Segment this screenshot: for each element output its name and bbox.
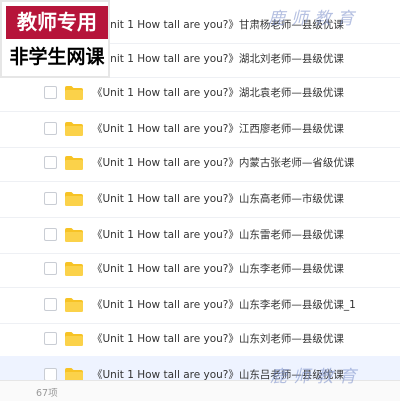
- file-name: 《Unit 1 How tall are you?》湖北袁老师—县级优课: [92, 87, 344, 99]
- file-name: 《Unit 1 How tall are you?》山东刘老师—县级优课: [92, 333, 344, 345]
- file-name: 《Unit 1 How tall are you?》山东高老师—市级优课: [92, 193, 344, 205]
- file-row[interactable]: 《Unit 1 How tall are you?》山东刘老师—县级优课: [0, 320, 400, 358]
- item-count: 67项: [36, 388, 58, 399]
- folder-icon: [65, 86, 83, 100]
- row-checkbox[interactable]: [44, 86, 57, 99]
- file-name: 《Unit 1 How tall are you?》山东李老师—县级优课_1: [92, 299, 356, 311]
- file-row[interactable]: 《Unit 1 How tall are you?》湖北袁老师—县级优课: [0, 74, 400, 112]
- file-name: 《Unit 1 How tall are you?》内蒙古张老师—省级优课: [92, 157, 355, 169]
- file-row[interactable]: 《Unit 1 How tall are you?》山东李老师—县级优课_1: [0, 286, 400, 324]
- row-checkbox[interactable]: [44, 332, 57, 345]
- file-row[interactable]: 《Unit 1 How tall are you?》山东李老师—县级优课: [0, 250, 400, 288]
- row-checkbox[interactable]: [44, 262, 57, 275]
- file-row[interactable]: 《Unit 1 How tall are you?》山东雷老师—县级优课: [0, 216, 400, 254]
- row-checkbox[interactable]: [44, 122, 57, 135]
- file-name: 《Unit 1 How tall are you?》山东雷老师—县级优课: [92, 229, 344, 241]
- watermark-bottom: 鹿师教育: [270, 367, 362, 387]
- file-name: 《Unit 1 How tall are you?》江西廖老师—县级优课: [92, 123, 344, 135]
- folder-icon: [65, 192, 83, 206]
- row-checkbox[interactable]: [44, 298, 57, 311]
- badge-line-2: 非学生网课: [9, 46, 105, 68]
- file-row[interactable]: 《Unit 1 How tall are you?》山东高老师—市级优课: [0, 180, 400, 218]
- badge-line-1: 教师专用: [6, 6, 108, 39]
- file-row[interactable]: 《Unit 1 How tall are you?》江西廖老师—县级优课: [0, 110, 400, 148]
- row-checkbox[interactable]: [44, 192, 57, 205]
- file-name: 《Unit 1 How tall are you?》湖北刘老师—县级优课: [92, 53, 344, 65]
- folder-icon: [65, 228, 83, 242]
- row-checkbox[interactable]: [44, 228, 57, 241]
- watermark-top: 鹿师教育: [268, 9, 360, 29]
- teacher-only-badge: 教师专用 非学生网课: [0, 0, 110, 78]
- row-checkbox[interactable]: [44, 156, 57, 169]
- folder-icon: [65, 332, 83, 346]
- file-row[interactable]: 《Unit 1 How tall are you?》内蒙古张老师—省级优课: [0, 144, 400, 182]
- folder-icon: [65, 156, 83, 170]
- file-name: 《Unit 1 How tall are you?》山东李老师—县级优课: [92, 263, 344, 275]
- folder-icon: [65, 122, 83, 136]
- folder-icon: [65, 262, 83, 276]
- folder-icon: [65, 298, 83, 312]
